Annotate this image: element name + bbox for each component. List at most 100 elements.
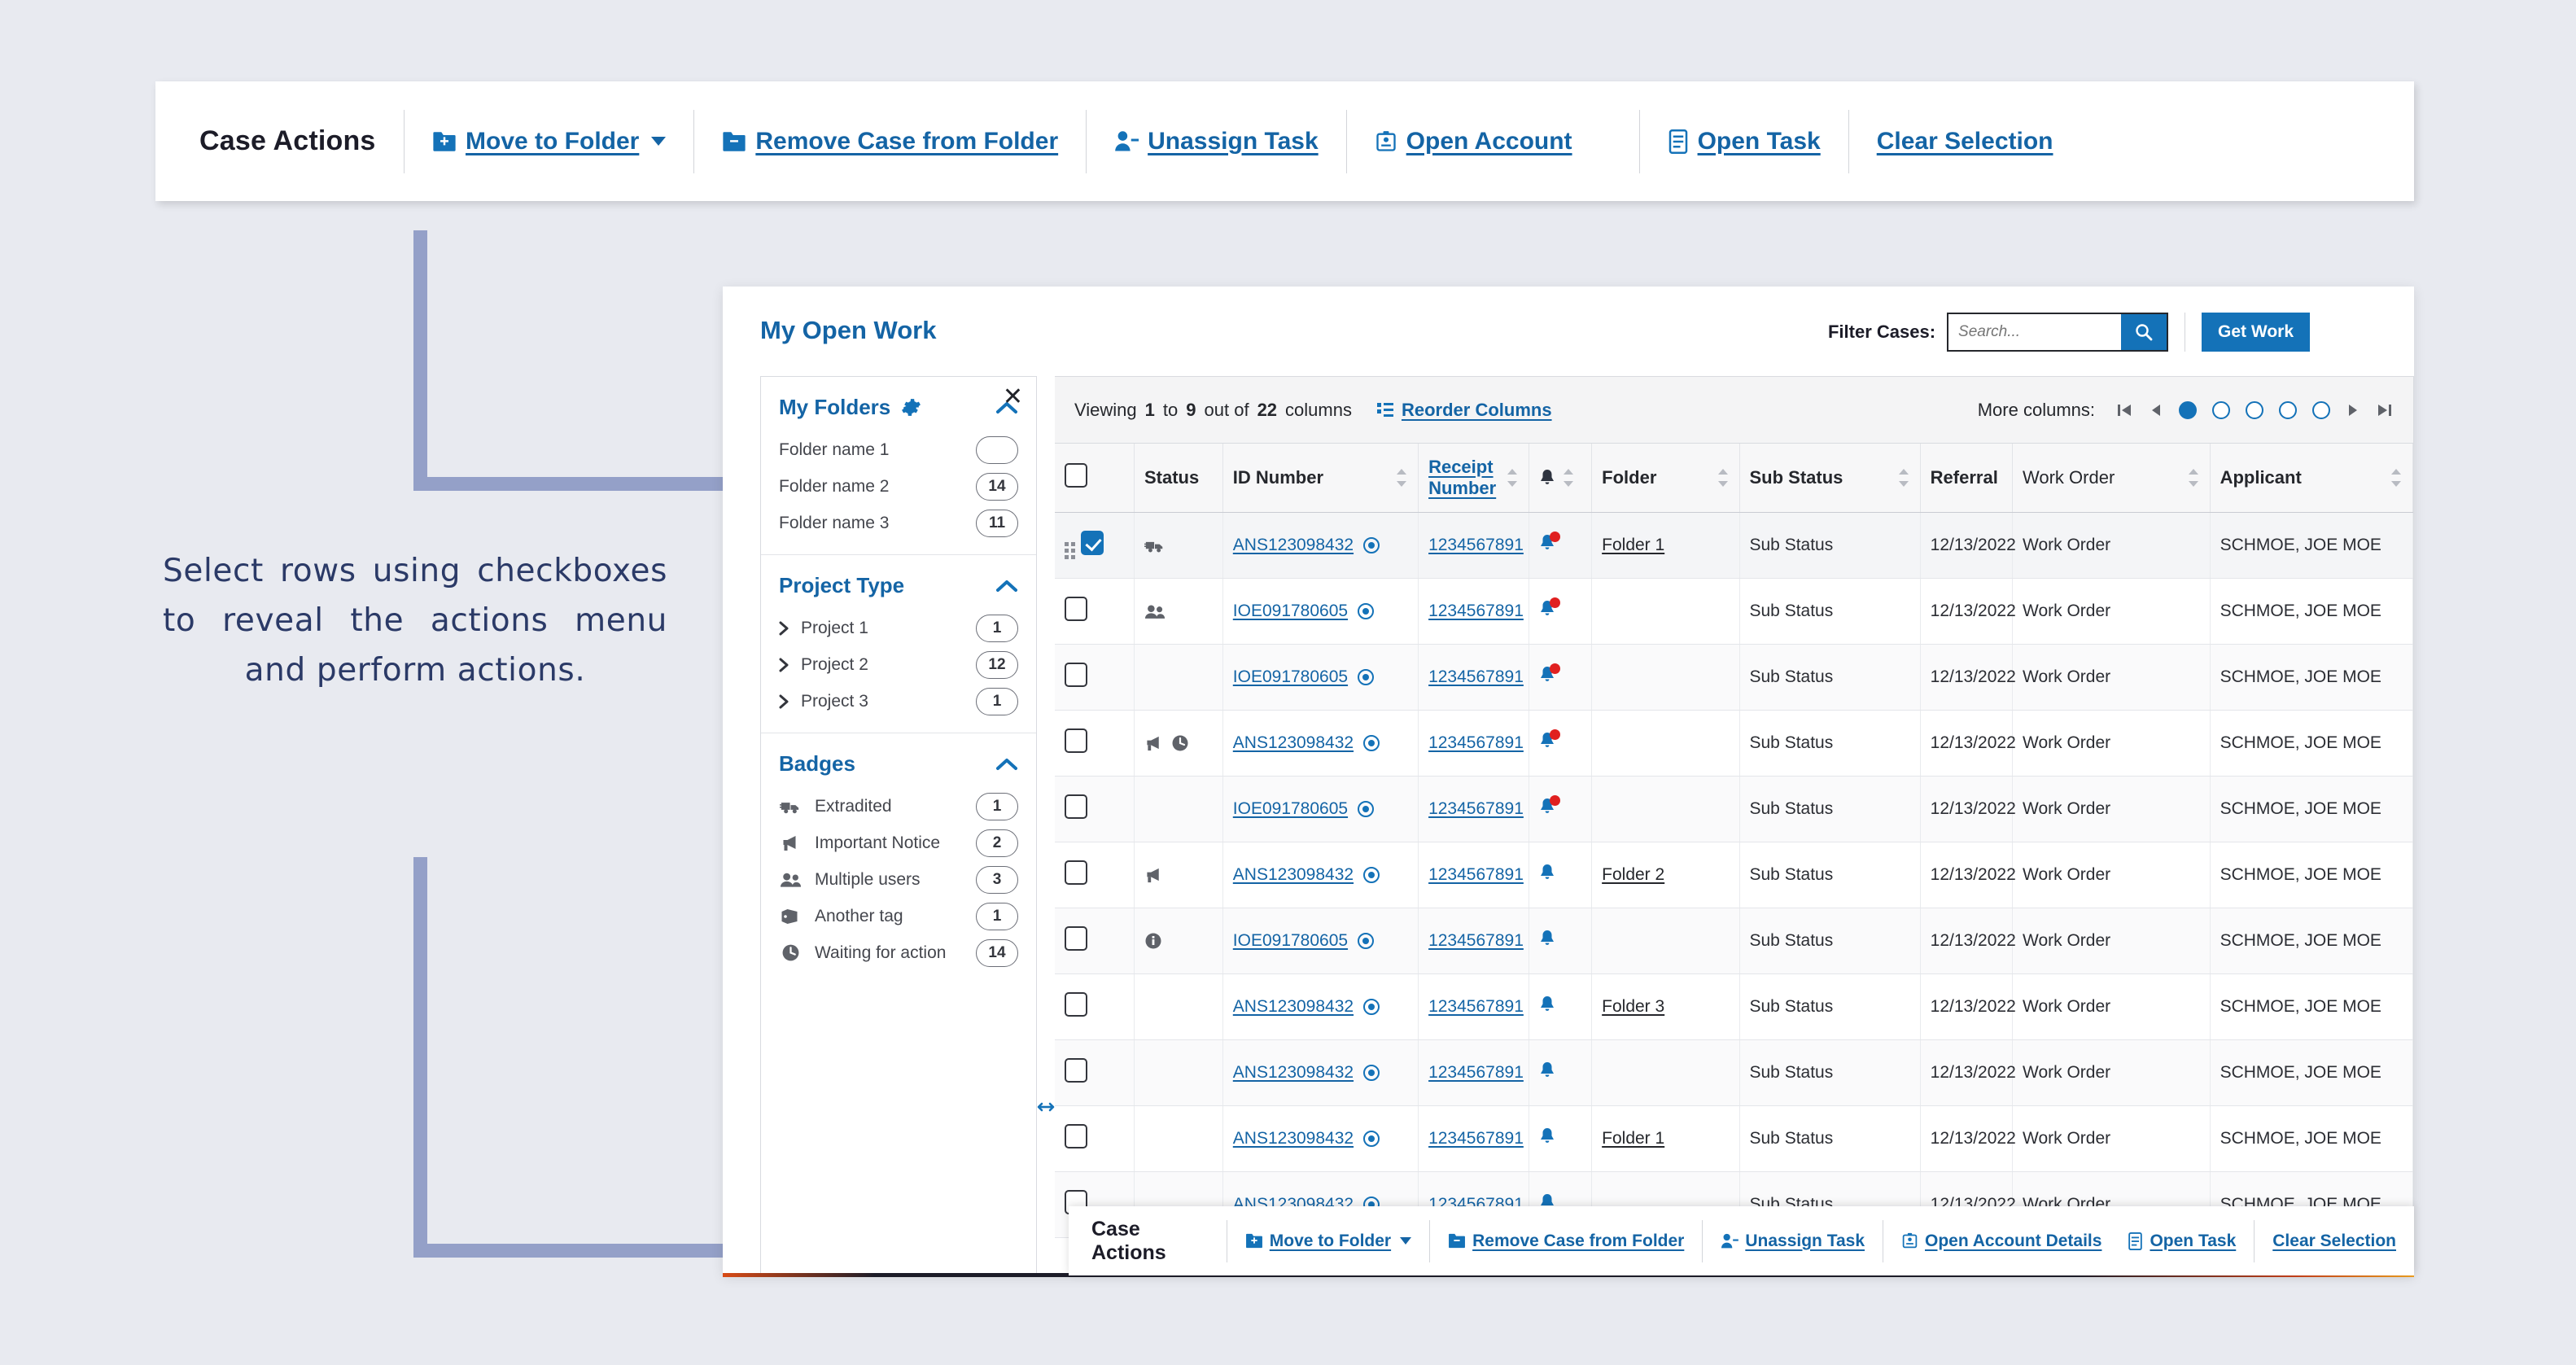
notification-cell[interactable] — [1529, 842, 1593, 908]
notification-cell[interactable] — [1529, 1039, 1593, 1106]
row-checkbox[interactable] — [1065, 728, 1087, 753]
last-page-icon[interactable] — [2376, 401, 2394, 419]
row-select-cell[interactable] — [1055, 644, 1135, 711]
column-page-dot-1[interactable] — [2179, 400, 2197, 419]
chevron-right-icon[interactable] — [779, 621, 789, 636]
row-select-cell[interactable] — [1055, 842, 1135, 908]
table-row[interactable]: ANS123098432 1234567891 Folder 1 Sub Status… — [1055, 1105, 2413, 1172]
bottom-unassign-task-button[interactable]: Unassign Task — [1702, 1219, 1883, 1262]
id-number-link[interactable]: IOE091780605 — [1233, 799, 1348, 819]
next-page-icon[interactable] — [2346, 402, 2360, 418]
column-page-dot-2[interactable] — [2212, 400, 2230, 419]
bell-icon[interactable] — [1539, 532, 1561, 557]
receipt-number-link[interactable]: 1234567891 — [1428, 865, 1524, 884]
preview-eye-icon[interactable] — [1362, 734, 1380, 752]
preview-eye-icon[interactable] — [1362, 866, 1380, 884]
select-all-checkbox[interactable] — [1065, 463, 1087, 488]
id-number-link[interactable]: ANS123098432 — [1233, 536, 1354, 555]
notification-cell[interactable] — [1529, 776, 1593, 842]
row-checkbox[interactable] — [1065, 597, 1087, 621]
receipt-number-link[interactable]: 1234567891 — [1428, 536, 1524, 554]
column-page-dot-3[interactable] — [2246, 400, 2263, 419]
sidebar-folder-item[interactable]: Folder name 1 — [779, 431, 1018, 468]
bell-icon[interactable] — [1539, 864, 1555, 886]
section-header-badges[interactable]: Badges — [779, 733, 1018, 788]
sidebar-resize-handle[interactable] — [1037, 376, 1055, 1275]
bell-icon[interactable] — [1539, 795, 1561, 820]
receipt-number-link[interactable]: 1234567891 — [1428, 733, 1524, 752]
row-checkbox[interactable] — [1065, 663, 1087, 687]
id-number-link[interactable]: ANS123098432 — [1233, 865, 1354, 885]
sort-icon[interactable] — [1506, 467, 1519, 488]
receipt-number-link[interactable]: 1234567891 — [1428, 1129, 1524, 1148]
sidebar-project-item[interactable]: Project 3 1 — [779, 683, 1018, 720]
column-header-notification[interactable] — [1529, 444, 1593, 513]
row-checkbox[interactable] — [1065, 794, 1087, 819]
bell-icon[interactable] — [1539, 663, 1561, 689]
notification-cell[interactable] — [1529, 644, 1593, 711]
close-icon[interactable]: ✕ — [1003, 385, 1023, 409]
receipt-number-link[interactable]: 1234567891 — [1428, 667, 1524, 686]
drag-handle-icon[interactable] — [1065, 541, 1075, 559]
receipt-number-link[interactable]: 1234567891 — [1428, 602, 1524, 620]
sidebar-badge-item[interactable]: Important Notice 2 — [779, 825, 1018, 861]
section-header-project-type[interactable]: Project Type — [779, 555, 1018, 610]
remove-case-from-folder-button[interactable]: Remove Case from Folder — [693, 109, 1086, 173]
notification-cell[interactable] — [1529, 578, 1593, 645]
column-header-work-order[interactable]: Work Order — [2012, 444, 2211, 513]
gear-icon[interactable] — [901, 397, 921, 418]
move-to-folder-button[interactable]: Move to Folder — [404, 109, 693, 173]
receipt-number-link[interactable]: 1234567891 — [1428, 931, 1524, 950]
column-header-applicant[interactable]: Applicant — [2210, 444, 2413, 513]
sort-icon[interactable] — [1717, 467, 1730, 488]
row-select-cell[interactable] — [1055, 973, 1135, 1040]
sidebar-project-item[interactable]: Project 1 1 — [779, 610, 1018, 646]
preview-eye-icon[interactable] — [1357, 800, 1375, 818]
row-checkbox[interactable] — [1081, 531, 1104, 555]
notification-cell[interactable] — [1529, 908, 1593, 974]
folder-link[interactable]: Folder 2 — [1602, 865, 1664, 884]
sort-icon[interactable] — [2187, 467, 2200, 488]
sort-icon[interactable] — [1562, 467, 1575, 488]
sort-icon[interactable] — [2390, 467, 2403, 488]
row-checkbox[interactable] — [1065, 1058, 1087, 1083]
row-select-cell[interactable] — [1055, 908, 1135, 974]
folder-link[interactable]: Folder 1 — [1602, 1129, 1664, 1148]
bell-icon[interactable] — [1539, 1127, 1555, 1150]
table-row[interactable]: IOE091780605 1234567891 Sub Status 12/13/20… — [1055, 908, 2413, 974]
table-row[interactable]: ANS123098432 1234567891 Sub Status 12/13/20… — [1055, 710, 2413, 777]
notification-cell[interactable] — [1529, 973, 1593, 1040]
column-header-folder[interactable]: Folder — [1591, 444, 1740, 513]
row-select-cell[interactable] — [1055, 512, 1135, 579]
section-header-my-folders[interactable]: My Folders — [779, 377, 1018, 431]
id-number-link[interactable]: ANS123098432 — [1233, 733, 1354, 753]
bell-icon[interactable] — [1539, 1061, 1555, 1084]
row-checkbox[interactable] — [1065, 926, 1087, 951]
column-header-id-number[interactable]: ID Number — [1222, 444, 1419, 513]
row-select-cell[interactable] — [1055, 578, 1135, 645]
row-select-cell[interactable] — [1055, 1105, 1135, 1172]
notification-cell[interactable] — [1529, 710, 1593, 777]
preview-eye-icon[interactable] — [1362, 536, 1380, 554]
table-row[interactable]: ANS123098432 1234567891 Sub Status 12/13/20… — [1055, 1039, 2413, 1106]
row-select-cell[interactable] — [1055, 776, 1135, 842]
bottom-clear-selection-button[interactable]: Clear Selection — [2254, 1219, 2414, 1262]
bell-icon[interactable] — [1539, 995, 1555, 1018]
sidebar-badge-item[interactable]: Another tag 1 — [779, 898, 1018, 934]
chevron-up-icon[interactable] — [995, 757, 1018, 772]
table-row[interactable]: ANS123098432 1234567891 Folder 3 Sub Status… — [1055, 973, 2413, 1040]
bottom-open-account-details-button[interactable]: Open Account Details — [1883, 1219, 2119, 1262]
reorder-columns-button[interactable]: Reorder Columns — [1376, 400, 1552, 421]
sidebar-folder-item[interactable]: Folder name 2 14 — [779, 468, 1018, 505]
table-row[interactable]: ANS123098432 1234567891 Folder 1 Sub Status… — [1055, 512, 2413, 579]
clear-selection-button[interactable]: Clear Selection — [1848, 109, 2081, 173]
first-page-icon[interactable] — [2115, 401, 2133, 419]
column-header-receipt-number[interactable]: Receipt Number — [1418, 444, 1530, 513]
id-number-link[interactable]: IOE091780605 — [1233, 931, 1348, 951]
table-row[interactable]: IOE091780605 1234567891 Sub Status 12/13/20… — [1055, 578, 2413, 645]
column-page-dot-4[interactable] — [2279, 400, 2297, 419]
get-work-button[interactable]: Get Work — [2202, 313, 2310, 352]
sort-icon[interactable] — [1395, 467, 1408, 488]
row-select-cell[interactable] — [1055, 710, 1135, 777]
id-number-link[interactable]: ANS123098432 — [1233, 1129, 1354, 1148]
